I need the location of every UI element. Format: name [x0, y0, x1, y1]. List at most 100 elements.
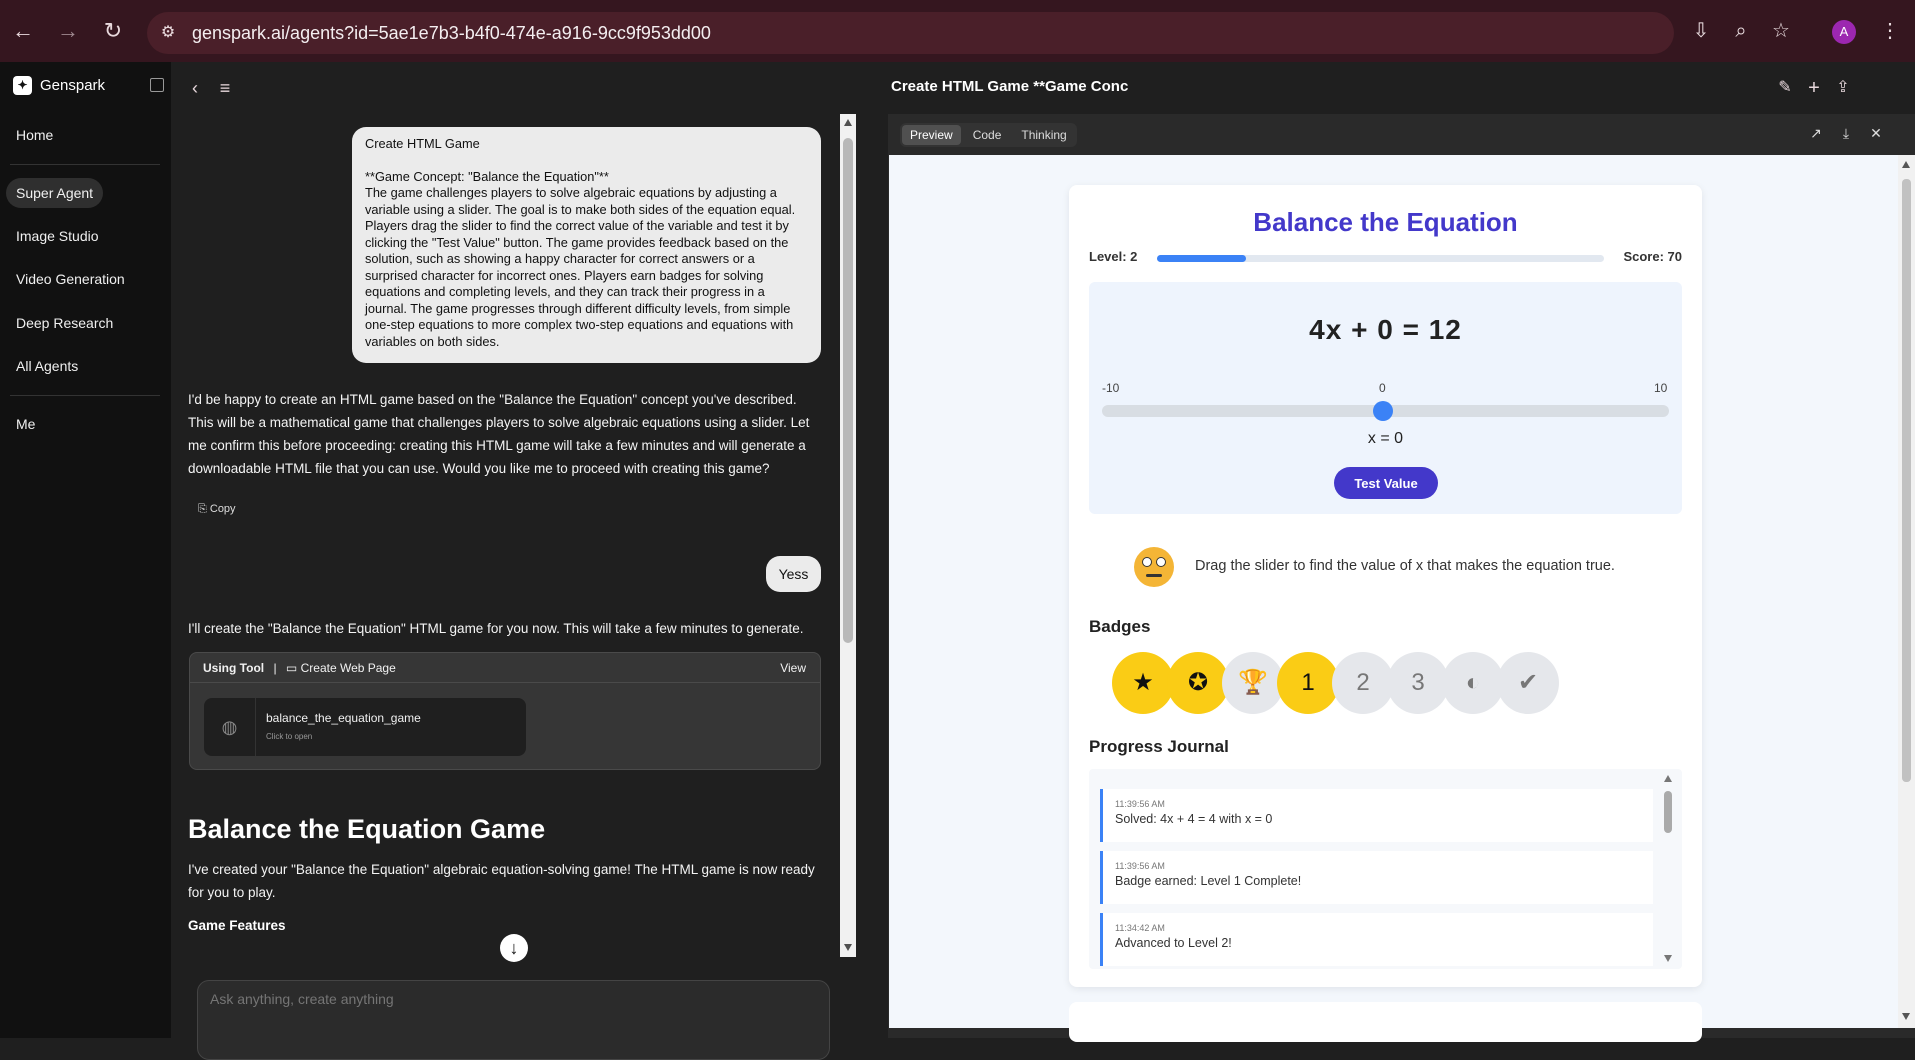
sidebar-item-deep-research[interactable]: Deep Research — [6, 308, 123, 338]
browser-menu-icon[interactable]: ⋮ — [1876, 17, 1904, 45]
brand-name: Genspark — [40, 77, 106, 94]
scrollbar-thumb[interactable] — [843, 138, 853, 643]
sidebar-divider — [10, 395, 160, 396]
profile-avatar[interactable]: A — [1832, 20, 1856, 44]
assistant-message: I've created your "Balance the Equation"… — [188, 862, 815, 900]
file-name: balance_the_equation_game — [266, 711, 421, 725]
scrollbar-thumb[interactable] — [1664, 791, 1672, 833]
journal-text: Advanced to Level 2! — [1115, 936, 1232, 950]
progress-journal[interactable]: 11:39:56 AM Solved: 4x + 4 = 4 with x = … — [1089, 769, 1682, 969]
open-external-icon[interactable]: ↗ — [1808, 125, 1824, 141]
star-badge-icon: ★ — [1112, 652, 1174, 714]
game-title: Balance the Equation — [1253, 207, 1518, 237]
scroll-up-icon[interactable] — [1902, 161, 1910, 168]
edit-icon[interactable]: ✎ — [1771, 74, 1799, 102]
tab-thinking[interactable]: Thinking — [1013, 125, 1074, 145]
genspark-logo-icon: ✦ — [13, 76, 32, 95]
tool-name: Create Web Page — [300, 661, 396, 675]
site-settings-icon[interactable]: ⚙ — [157, 22, 179, 44]
slider-max-label: 10 — [1654, 381, 1668, 395]
scroll-up-icon[interactable] — [844, 119, 852, 126]
level-progress-fill — [1157, 255, 1247, 262]
preview-tabs: Preview Code Thinking — [900, 123, 1077, 147]
back-chevron-icon[interactable]: ‹ — [181, 74, 209, 102]
trophy-badge-icon: 🏆 — [1222, 652, 1284, 714]
game-card: Balance the Equation Level: 2 Score: 70 … — [1069, 185, 1702, 987]
generated-file-link[interactable]: ◍ balance_the_equation_game Click to ope… — [204, 698, 526, 756]
sidebar-item-me[interactable]: Me — [6, 409, 45, 439]
copy-label: Copy — [209, 503, 236, 515]
web-page-icon: ▭ — [285, 661, 298, 675]
features-heading: Game Features — [188, 918, 286, 933]
level-label: Level: 2 — [1089, 249, 1138, 264]
scroll-down-icon[interactable] — [844, 944, 852, 951]
mouth — [1146, 574, 1162, 577]
bookmark-star-icon[interactable]: ☆ — [1767, 17, 1795, 45]
scrollbar-thumb[interactable] — [1902, 179, 1911, 782]
share-icon[interactable]: ⇪ — [1829, 74, 1857, 102]
back-icon[interactable]: ← — [9, 17, 37, 45]
game-card-secondary — [1069, 1002, 1702, 1042]
test-value-button[interactable]: Test Value — [1334, 467, 1438, 499]
slider-handle[interactable] — [1373, 401, 1393, 421]
user-message-body: **Game Concept: "Balance the Equation"**… — [365, 168, 796, 349]
new-chat-icon[interactable]: + — [1800, 74, 1828, 102]
scroll-down-icon[interactable] — [1664, 955, 1672, 962]
zoom-icon[interactable]: ⌕ — [1727, 17, 1755, 45]
tab-preview[interactable]: Preview — [902, 125, 961, 145]
sidebar-item-home[interactable]: Home — [6, 120, 63, 150]
journal-time: 11:39:56 AM — [1115, 799, 1165, 809]
assistant-message: I'd be happy to create an HTML game base… — [188, 392, 810, 476]
scroll-up-icon[interactable] — [1664, 775, 1672, 782]
install-app-icon[interactable]: ⇩ — [1687, 17, 1715, 45]
brand-logo[interactable]: ✦ Genspark — [13, 76, 105, 95]
sidebar-item-video-generation[interactable]: Video Generation — [6, 264, 135, 294]
journal-entry: 11:34:42 AM Advanced to Level 2! — [1100, 913, 1653, 966]
sidebar-item-image-studio[interactable]: Image Studio — [6, 221, 109, 251]
journal-time: 11:39:56 AM — [1115, 861, 1165, 871]
journal-text: Solved: 4x + 4 = 4 with x = 0 — [1115, 812, 1273, 826]
x-value: x = 0 — [1367, 430, 1404, 447]
sidebar-item-super-agent[interactable]: Super Agent — [6, 178, 104, 208]
journal-scrollbar[interactable] — [1659, 769, 1677, 969]
copy-button[interactable]: ⎘ Copy — [198, 503, 236, 516]
download-icon[interactable]: ⤓ — [1838, 125, 1854, 141]
scroll-down-icon[interactable] — [1902, 1013, 1910, 1020]
eye — [1156, 557, 1166, 567]
tool-card: Using Tool | ▭ Create Web Page View ◍ ba… — [189, 652, 821, 770]
scroll-to-bottom-icon[interactable]: ↓ — [500, 934, 528, 962]
url-text[interactable]: genspark.ai/agents?id=5ae1e7b3-b4f0-474e… — [192, 23, 711, 44]
address-bar[interactable]: ⚙ genspark.ai/agents?id=5ae1e7b3-b4f0-47… — [147, 12, 1674, 54]
chat-input[interactable] — [210, 991, 810, 1007]
journal-time: 11:34:42 AM — [1115, 923, 1165, 933]
browser-toolbar: ← → ↻ ⚙ genspark.ai/agents?id=5ae1e7b3-b… — [0, 0, 1915, 62]
journal-entry: 11:39:56 AM Solved: 4x + 4 = 4 with x = … — [1100, 789, 1653, 842]
sidebar-divider — [10, 164, 160, 165]
sidebar: ✦ Genspark Home Super Agent Image Studio… — [0, 62, 171, 1038]
view-button[interactable]: View — [780, 653, 806, 683]
tab-code[interactable]: Code — [965, 125, 1010, 145]
tool-separator: | — [273, 661, 277, 675]
level-1-badge: 1 — [1277, 652, 1339, 714]
copy-icon: ⎘ — [198, 503, 207, 515]
globe-icon: ◍ — [204, 698, 256, 756]
sidebar-collapse-icon[interactable] — [150, 78, 164, 92]
badges-heading: Badges — [1089, 617, 1151, 636]
preview-scrollbar[interactable] — [1898, 155, 1915, 1028]
page-title: Create HTML Game **Game Conc — [891, 78, 1129, 95]
level-2-badge: 2 — [1332, 652, 1394, 714]
close-icon[interactable]: ✕ — [1868, 125, 1884, 141]
character-face-icon — [1134, 547, 1174, 587]
chat-scrollbar[interactable] — [840, 114, 856, 957]
sidebar-item-all-agents[interactable]: All Agents — [6, 351, 88, 381]
result-heading: Balance the Equation Game — [188, 814, 546, 844]
reload-icon[interactable]: ↻ — [99, 17, 127, 45]
journal-heading: Progress Journal — [1089, 737, 1229, 756]
assistant-message: I'll create the "Balance the Equation" H… — [188, 621, 804, 636]
menu-icon[interactable]: ≡ — [211, 74, 239, 102]
user-message: Yess — [766, 556, 821, 592]
equation: 4x + 0 = 12 — [1309, 314, 1462, 345]
forward-icon[interactable]: → — [54, 17, 82, 45]
journal-entry: 11:39:56 AM Badge earned: Level 1 Comple… — [1100, 851, 1653, 904]
slider-mid-label: 0 — [1379, 381, 1386, 395]
